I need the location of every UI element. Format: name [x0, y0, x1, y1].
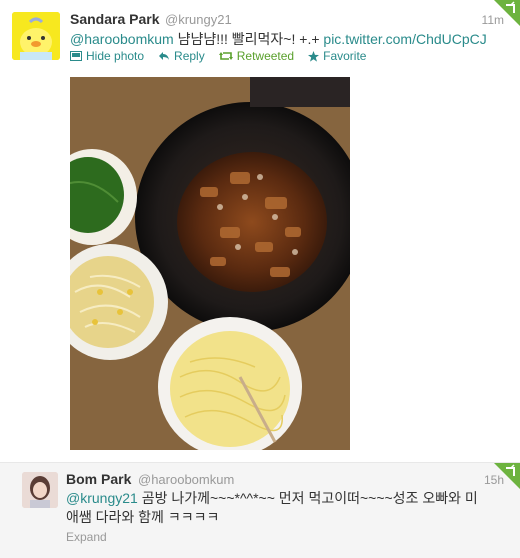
retweet-icon [218, 52, 233, 60]
tweet-body-text: 냠냠냠!!! 빨리먹자~! +.+ [173, 31, 324, 47]
reply-button[interactable]: Reply [158, 49, 205, 63]
author-name[interactable]: Sandara Park [70, 11, 160, 27]
hide-photo-button[interactable]: Hide photo [70, 49, 144, 63]
tweet-photo[interactable] [70, 77, 350, 450]
author-handle[interactable]: @krungy21 [165, 12, 232, 27]
author-name[interactable]: Bom Park [66, 471, 131, 487]
tweet-body-text-line1: 곰방 나가께~~~*^^*~~ 먼저 먹고이떠~~~~성조 오빠와 미 [137, 490, 478, 506]
mention-link[interactable]: @krungy21 [66, 490, 138, 506]
retweeted-button[interactable]: Retweeted [218, 49, 295, 63]
reply-icon [159, 52, 170, 60]
tweet-body-text-line2: 애쌤 다라와 함께 ㅋㅋㅋㅋ [66, 509, 220, 525]
author-handle[interactable]: @haroobomkum [138, 472, 234, 487]
tweet-sandara[interactable]: Sandara Park @krungy21 11m @haroobomkum … [0, 0, 520, 463]
tweet-time[interactable]: 15h [484, 473, 504, 487]
tweet-text: @haroobomkum 냠냠냠!!! 빨리먹자~! +.+ pic.twitt… [70, 30, 487, 49]
photo-icon [70, 51, 82, 61]
retweeted-label: Retweeted [236, 49, 295, 63]
tweet-time[interactable]: 11m [482, 13, 504, 27]
food-photo-image [70, 77, 350, 450]
duck-avatar-icon [12, 12, 60, 60]
user-avatar-icon [22, 472, 58, 508]
reply-label: Reply [174, 49, 205, 63]
tweet-text: @krungy21 곰방 나가께~~~*^^*~~ 먼저 먹고이떠~~~~성조 … [66, 489, 506, 527]
hide-photo-label: Hide photo [86, 49, 145, 63]
favorite-label: Favorite [323, 49, 367, 63]
expand-link[interactable]: Expand [66, 530, 107, 544]
favorite-button[interactable]: Favorite [308, 49, 366, 63]
star-icon [308, 50, 320, 62]
photo-link[interactable]: pic.twitter.com/ChdUCpCJ [323, 31, 486, 47]
avatar[interactable] [12, 12, 60, 60]
tweet-actions: Hide photo Reply Retweeted Favorite [70, 49, 366, 63]
mention-link[interactable]: @haroobomkum [70, 31, 174, 47]
avatar[interactable] [22, 472, 58, 508]
